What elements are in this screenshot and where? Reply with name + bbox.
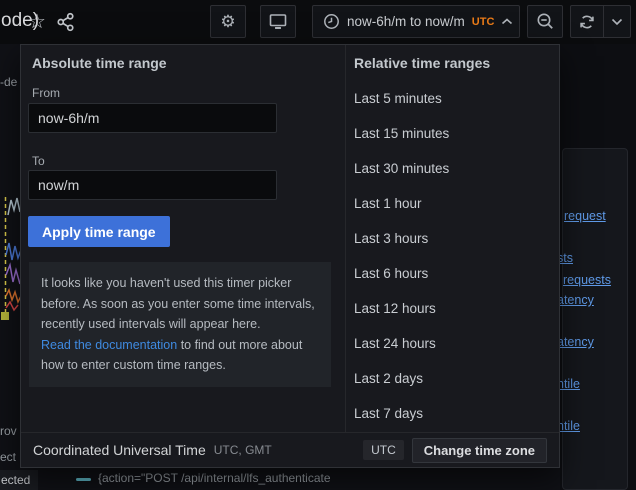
metric-link[interactable]: request xyxy=(564,209,606,223)
absolute-time-range-section: Absolute time range From To Apply time r… xyxy=(21,45,345,432)
star-icon[interactable]: ☆ xyxy=(28,9,46,34)
clock-icon xyxy=(323,13,340,30)
time-range-label: now-6h/m to now/m xyxy=(347,14,465,29)
grafana-dashboard: -de rov ect ected {action="POST /api/int… xyxy=(0,0,636,490)
zoom-out-time-button[interactable] xyxy=(527,5,563,38)
timezone-name: Coordinated Universal Time xyxy=(33,442,206,458)
series-legend-label[interactable]: {action="POST /api/internal/lfs_authenti… xyxy=(98,471,331,485)
metric-link[interactable]: atency xyxy=(557,335,594,349)
timeseries-chart-fragment xyxy=(0,185,21,325)
info-text: It looks like you haven't used this time… xyxy=(41,273,319,335)
info-text-2: Read the documentation to find out more … xyxy=(41,335,319,376)
gear-icon: ⚙ xyxy=(220,12,235,32)
time-range-picker-dropdown: Absolute time range From To Apply time r… xyxy=(20,44,560,468)
clipped-table-cell: ect xyxy=(0,450,16,464)
to-label: To xyxy=(32,154,45,168)
metric-link[interactable]: atency xyxy=(557,293,594,307)
timezone-detail: UTC, GMT xyxy=(214,443,272,457)
annotation-marker xyxy=(1,312,9,320)
from-input[interactable] xyxy=(28,103,277,133)
series-color-dash xyxy=(76,478,91,481)
relative-range-item[interactable]: Last 1 hour xyxy=(346,186,559,221)
clipped-cell-text: ected xyxy=(1,473,30,487)
timezone-footer: Coordinated Universal Time UTC, GMT UTC … xyxy=(21,432,559,467)
absolute-section-heading: Absolute time range xyxy=(32,55,167,71)
from-label: From xyxy=(32,86,60,100)
metric-link[interactable]: ntile xyxy=(557,377,580,391)
clipped-table-cell: rov xyxy=(0,424,17,438)
change-time-zone-button[interactable]: Change time zone xyxy=(412,438,547,463)
chevron-down-icon xyxy=(611,18,623,26)
panel-fragment xyxy=(562,148,628,490)
utc-badge: UTC xyxy=(363,440,404,460)
metric-link[interactable]: requests xyxy=(563,273,611,287)
relative-range-list: Last 5 minutes Last 15 minutes Last 30 m… xyxy=(346,81,559,431)
relative-time-ranges-section: Relative time ranges Last 5 minutes Last… xyxy=(346,45,559,432)
relative-range-item[interactable]: Last 6 hours xyxy=(346,256,559,291)
time-range-picker-button[interactable]: now-6h/m to now/m UTC xyxy=(312,5,520,38)
relative-range-item[interactable]: Last 5 minutes xyxy=(346,81,559,116)
refresh-icon[interactable] xyxy=(571,6,603,37)
relative-range-item[interactable]: Last 2 days xyxy=(346,361,559,396)
clipped-panel-text: -de xyxy=(0,75,17,89)
relative-range-item[interactable]: Last 7 days xyxy=(346,396,559,431)
caret-up-icon xyxy=(501,18,513,25)
relative-range-item[interactable]: Last 12 hours xyxy=(346,291,559,326)
metric-link[interactable]: ntile xyxy=(557,419,580,433)
cycle-view-mode-button[interactable] xyxy=(260,5,296,38)
apply-time-range-button[interactable]: Apply time range xyxy=(28,216,170,247)
dashboard-settings-button[interactable]: ⚙ xyxy=(210,5,246,38)
refresh-interval-dropdown[interactable] xyxy=(603,6,630,37)
relative-range-item[interactable]: Last 24 hours xyxy=(346,326,559,361)
relative-section-heading: Relative time ranges xyxy=(354,55,490,71)
share-icon[interactable] xyxy=(55,11,76,32)
refresh-button-group xyxy=(570,5,631,38)
tv-icon xyxy=(268,12,288,31)
read-documentation-link[interactable]: Read the documentation xyxy=(41,338,177,352)
top-navbar: ode) ☆ ⚙ xyxy=(0,0,636,44)
relative-range-item[interactable]: Last 15 minutes xyxy=(346,116,559,151)
clipped-table-cell: ected xyxy=(0,470,38,490)
relative-range-item[interactable]: Last 3 hours xyxy=(346,221,559,256)
timezone-label: UTC xyxy=(472,16,495,28)
zoom-out-icon xyxy=(536,12,555,31)
recent-ranges-info-box: It looks like you haven't used this time… xyxy=(29,262,331,387)
relative-range-item[interactable]: Last 30 minutes xyxy=(346,151,559,186)
to-input[interactable] xyxy=(28,170,277,200)
